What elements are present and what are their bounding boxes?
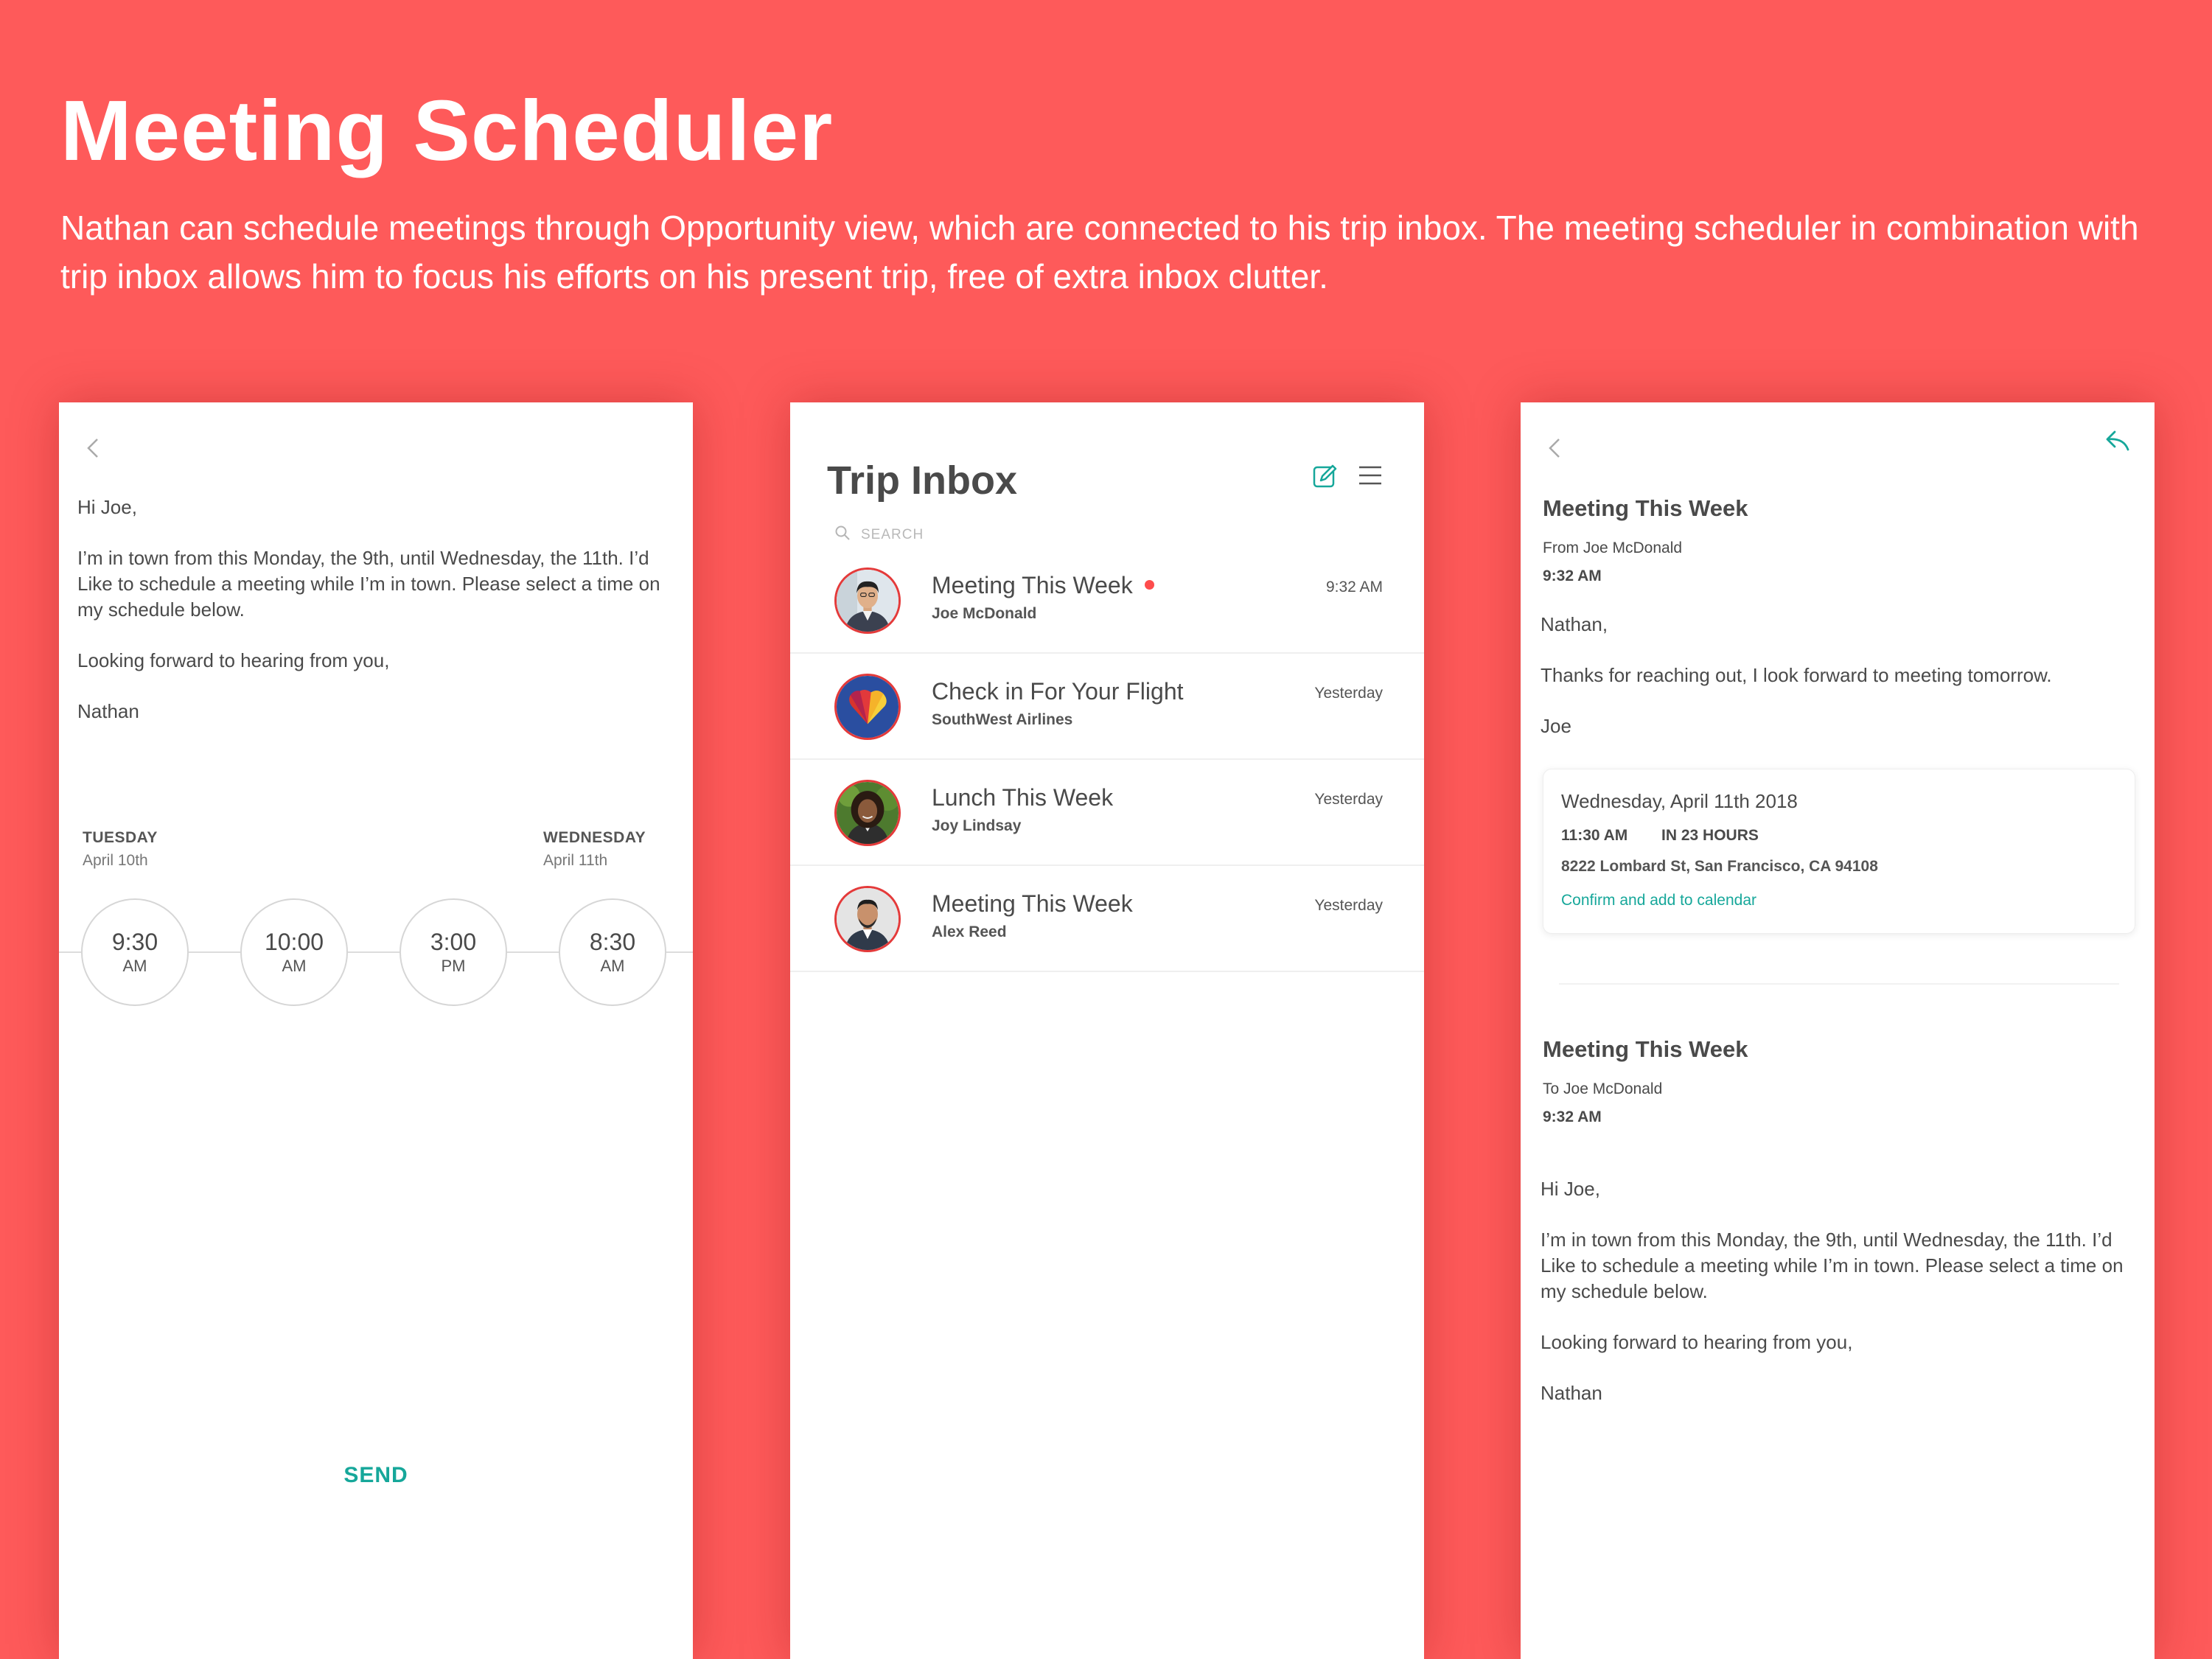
message-subject: Meeting This Week: [932, 572, 1154, 599]
list-item[interactable]: Lunch This Week Joy Lindsay Yesterday: [790, 760, 1424, 866]
inbox-list: Meeting This Week Joe McDonald 9:32 AM C…: [790, 548, 1424, 972]
send-button[interactable]: SEND: [59, 1463, 693, 1488]
page-title: Meeting Scheduler: [60, 83, 834, 178]
search-bar[interactable]: [834, 525, 1082, 545]
meeting-event-card: Wednesday, April 11th 2018 11:30 AM IN 2…: [1543, 769, 2135, 934]
message-body: Nathan, Thanks for reaching out, I look …: [1541, 612, 2138, 764]
avatar: [834, 886, 901, 952]
email-body[interactable]: Hi Joe, I’m in town from this Monday, th…: [77, 495, 674, 750]
message-paragraph: Thanks for reaching out, I look forward …: [1541, 664, 2052, 686]
message-subject: Check in For Your Flight: [932, 678, 1184, 705]
chevron-left-icon[interactable]: [80, 433, 109, 463]
email-signature: Nathan: [77, 700, 139, 722]
event-address: 8222 Lombard St, San Francisco, CA 94108: [1561, 858, 1878, 875]
list-item[interactable]: Meeting This Week Alex Reed Yesterday: [790, 866, 1424, 972]
thread-screen: Meeting This Week From Joe McDonald 9:32…: [1521, 402, 2155, 1659]
message-signature: Nathan: [1541, 1382, 1602, 1404]
time-slot-button[interactable]: 3:00 PM: [400, 898, 507, 1006]
message-signature: Joe: [1541, 715, 1571, 737]
event-countdown: IN 23 HOURS: [1661, 827, 1759, 844]
email-greeting: Hi Joe,: [77, 496, 137, 518]
message-paragraph: I’m in town from this Monday, the 9th, u…: [1541, 1229, 2124, 1302]
event-date: Wednesday, April 11th 2018: [1561, 790, 1798, 812]
message-subject: Meeting This Week: [1543, 495, 1748, 521]
time-slot-button[interactable]: 9:30 AM: [81, 898, 189, 1006]
message-time: Yesterday: [1314, 685, 1383, 702]
event-time: 11:30 AM: [1561, 827, 1628, 844]
message-subject: Meeting This Week: [1543, 1036, 1748, 1062]
unread-indicator: [1144, 580, 1154, 590]
time-slot-ampm: AM: [282, 957, 307, 975]
day-label-wednesday: WEDNESDAY: [543, 829, 646, 846]
avatar: [834, 567, 901, 634]
day-label-tuesday: TUESDAY: [83, 829, 158, 846]
trip-inbox-screen: Trip Inbox SEARCH Meeting This Week Joe …: [790, 402, 1424, 1659]
time-slot-time: 8:30: [589, 929, 636, 955]
message-time: 9:32 AM: [1543, 567, 1602, 584]
search-icon: [834, 525, 851, 545]
message-closing: Looking forward to hearing from you,: [1541, 1331, 1853, 1353]
message-sender: SouthWest Airlines: [932, 711, 1073, 728]
day-date-wednesday: April 11th: [543, 852, 608, 869]
page-description: Nathan can schedule meetings through Opp…: [60, 209, 2139, 296]
search-input[interactable]: [861, 526, 1082, 543]
message-greeting: Nathan,: [1541, 613, 1608, 635]
time-slot-time: 10:00: [264, 929, 324, 955]
time-slot-button[interactable]: 8:30 AM: [559, 898, 666, 1006]
time-slot-ampm: PM: [441, 957, 466, 975]
time-slot-ampm: AM: [600, 957, 625, 975]
message-body: Hi Joe, I’m in town from this Monday, th…: [1541, 1176, 2138, 1431]
confirm-add-calendar-link[interactable]: Confirm and add to calendar: [1561, 892, 1756, 909]
time-slot-ampm: AM: [122, 957, 147, 975]
message-subject-text: Meeting This Week: [932, 572, 1133, 598]
message-from: From Joe McDonald: [1543, 539, 1683, 556]
time-slot-button[interactable]: 10:00 AM: [240, 898, 348, 1006]
compose-screen: Hi Joe, I’m in town from this Monday, th…: [59, 402, 693, 1659]
compose-icon[interactable]: [1311, 461, 1340, 491]
message-sender: Joy Lindsay: [932, 817, 1022, 834]
day-date-tuesday: April 10th: [83, 852, 148, 869]
message-time: 9:32 AM: [1325, 579, 1383, 596]
email-paragraph: I’m in town from this Monday, the 9th, u…: [77, 547, 660, 621]
list-item[interactable]: Meeting This Week Joe McDonald 9:32 AM: [790, 548, 1424, 654]
hamburger-menu-icon[interactable]: [1358, 464, 1383, 486]
inbox-title: Trip Inbox: [827, 458, 1018, 503]
message-to: To Joe McDonald: [1543, 1080, 1663, 1097]
chevron-left-icon[interactable]: [1541, 433, 1571, 463]
message-time: Yesterday: [1314, 897, 1383, 914]
message-sender: Alex Reed: [932, 923, 1007, 940]
avatar: [834, 780, 901, 846]
message-time: 9:32 AM: [1543, 1108, 1602, 1125]
southwest-logo-icon: [834, 674, 901, 740]
message-subject: Lunch This Week: [932, 784, 1114, 811]
reply-icon[interactable]: [2103, 426, 2132, 455]
time-slot-time: 9:30: [111, 929, 158, 955]
message-time: Yesterday: [1314, 791, 1383, 808]
message-subject: Meeting This Week: [932, 890, 1133, 917]
message-greeting: Hi Joe,: [1541, 1178, 1600, 1200]
message-sender: Joe McDonald: [932, 605, 1037, 622]
email-closing: Looking forward to hearing from you,: [77, 649, 390, 671]
thread-divider: [1559, 983, 2119, 985]
list-item[interactable]: Check in For Your Flight SouthWest Airli…: [790, 654, 1424, 760]
time-slot-time: 3:00: [430, 929, 477, 955]
